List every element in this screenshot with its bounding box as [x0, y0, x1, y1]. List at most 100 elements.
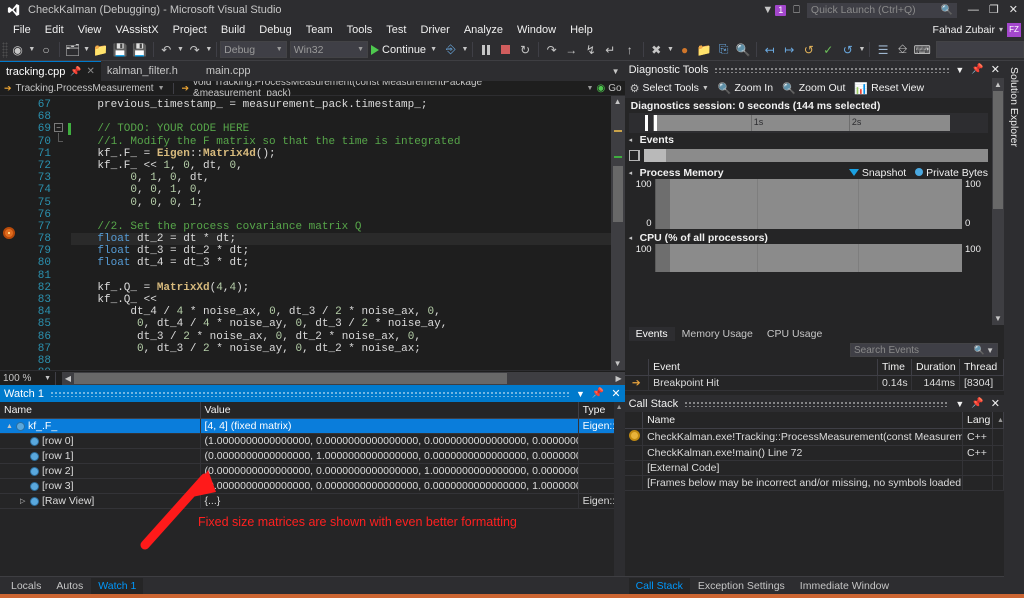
tab-exception-settings[interactable]: Exception Settings [691, 578, 792, 594]
breadcrumb-scope[interactable]: ➔ Tracking.ProcessMeasurement ▼ [0, 83, 169, 94]
save-all-icon[interactable]: 💾 [130, 40, 150, 60]
scroll-up-arrow[interactable]: ▲ [992, 78, 1004, 91]
scroll-right-arrow[interactable]: ▶ [613, 373, 625, 384]
watch-cell-name[interactable]: [row 0] [0, 434, 200, 449]
close-icon[interactable]: ✕ [991, 397, 1000, 410]
events-track[interactable] [644, 149, 988, 162]
toolbar-grip[interactable] [2, 42, 8, 58]
select-tools-button[interactable]: ⚙ Select Tools ▼ [630, 82, 709, 95]
scroll-down-arrow[interactable]: ▼ [611, 358, 625, 370]
watch-cell-name[interactable]: [row 3] [0, 479, 200, 494]
step-over-icon[interactable]: ↯ [581, 40, 601, 60]
chevron-down-icon[interactable]: ▼ [82, 46, 91, 53]
watch-vertical-scrollbar[interactable]: ▲ [614, 402, 625, 576]
search-events-input[interactable]: Search Events 🔍 ▼ [850, 343, 998, 357]
code-line[interactable]: 0, dt_4 / 4 * noise_ay, 0, dt_3 / 2 * no… [71, 318, 611, 330]
timeline-current-marker[interactable] [654, 115, 657, 131]
call-stack-header[interactable]: Call Stack ▼ 📌 ✕ [625, 395, 1004, 412]
chevron-down-icon[interactable]: ▼ [204, 46, 213, 53]
pin-icon[interactable]: 📌 [70, 66, 81, 77]
refresh-icon[interactable]: ↺ [838, 40, 858, 60]
events-strip[interactable] [629, 147, 988, 163]
step-return-icon[interactable]: ↑ [620, 40, 640, 60]
chevron-down-icon[interactable]: ▼ [666, 46, 675, 53]
timeline-track[interactable]: 1s 2s [653, 115, 950, 131]
watch-cell-name[interactable]: [row 1] [0, 449, 200, 464]
editor-horizontal-scrollbar[interactable]: ◀ ▶ [62, 372, 625, 385]
expander-icon[interactable]: ▷ [20, 497, 27, 505]
restart-icon[interactable]: ↻ [515, 40, 535, 60]
save-icon[interactable]: 💾 [111, 40, 131, 60]
code-line[interactable]: 0, 1, 0, dt, [71, 172, 611, 184]
cpu-plot-area[interactable] [655, 244, 962, 272]
menu-item-tools[interactable]: Tools [340, 22, 380, 38]
diagnostics-vertical-scrollbar[interactable]: ▲ ▼ [992, 78, 1004, 325]
breadcrumb-go[interactable]: ▼ ◉ Go [587, 83, 625, 94]
menu-item-test[interactable]: Test [379, 22, 413, 38]
table-row[interactable]: [row 1](0.0000000000000000, 1.0000000000… [0, 449, 624, 464]
code-line[interactable]: previous_timestamp_ = measurement_pack.t… [71, 99, 611, 111]
maximize-button[interactable]: ❐ [989, 5, 999, 16]
zoom-out-button[interactable]: 🔍 Zoom Out [782, 82, 845, 95]
table-row[interactable]: ➔Breakpoint Hit0.14s144ms[8304] [625, 376, 1004, 391]
chevron-down-icon[interactable]: ▼ [955, 399, 964, 409]
solution-explorer-collapsed-tab[interactable]: Solution Explorer [1004, 61, 1024, 594]
callstack-col-name[interactable]: Name [643, 412, 963, 429]
timeline-selection-marker[interactable] [645, 115, 648, 131]
tab-call-stack[interactable]: Call Stack [629, 578, 690, 594]
pin-icon[interactable]: 📌 [592, 388, 604, 399]
code-line[interactable]: kf_.Q_ << [71, 294, 611, 306]
quickwatch-icon[interactable]: 🔍 [733, 40, 753, 60]
scroll-up-arrow[interactable]: ▲ [614, 402, 625, 413]
step-next-icon[interactable]: ↦ [779, 40, 799, 60]
pin-icon[interactable]: 📌 [971, 64, 983, 75]
code-line[interactable] [71, 355, 611, 367]
code-editor[interactable]: 6768697071727374757677787980818283848586… [0, 96, 625, 370]
parallel-watch-icon[interactable]: ⌨ [912, 40, 932, 60]
code-line[interactable]: float dt_3 = dt_2 * dt; [71, 245, 611, 257]
check-icon[interactable]: ✓ [819, 40, 839, 60]
menu-item-project[interactable]: Project [166, 22, 214, 38]
new-project-icon[interactable]: 🗂 [63, 40, 83, 60]
menu-item-debug[interactable]: Debug [252, 22, 298, 38]
diagnostics-scroll-thumb[interactable] [993, 91, 1003, 209]
code-text-area[interactable]: previous_timestamp_ = measurement_pack.t… [71, 96, 611, 370]
callstack-col-lang[interactable]: Lang [963, 412, 993, 429]
undo-icon[interactable]: ↶ [157, 40, 177, 60]
tab-cpu-usage[interactable]: CPU Usage [760, 327, 829, 341]
step-into-icon[interactable]: → [561, 40, 581, 60]
code-line[interactable]: //1. Modify the F matrix so that the tim… [71, 136, 611, 148]
diagnostics-timeline[interactable]: 1s 2s [629, 113, 988, 133]
tab-events[interactable]: Events [629, 327, 675, 341]
zoom-level-dropdown[interactable]: 100 % ▼ [0, 372, 56, 385]
watch-cell-value[interactable]: (0.0000000000000000, 0.0000000000000000,… [200, 479, 578, 494]
code-line[interactable]: dt_4 / 4 * noise_ax, 0, dt_3 / 2 * noise… [71, 306, 611, 318]
code-line[interactable]: kf_.Q_ = MatrixXd(4,4); [71, 282, 611, 294]
code-line[interactable]: 0, 0, 0, 1; [71, 197, 611, 209]
table-row[interactable]: [row 3](0.0000000000000000, 0.0000000000… [0, 479, 624, 494]
cpu-section-header[interactable]: ◂ CPU (% of all processors) [625, 231, 992, 244]
menu-item-analyze[interactable]: Analyze [457, 22, 510, 38]
cpu-graph[interactable]: 100 100 [629, 244, 988, 272]
menu-item-team[interactable]: Team [299, 22, 340, 38]
stop-debugging-icon[interactable] [496, 40, 516, 60]
watch-col-name[interactable]: Name [0, 402, 200, 419]
menu-item-help[interactable]: Help [563, 22, 600, 38]
events-col-thread[interactable]: Thread [960, 359, 1004, 376]
watch-grid[interactable]: Name Value Type ▲kf_.F_[4, 4] (fixed mat… [0, 402, 625, 576]
close-icon[interactable]: ✕ [611, 387, 620, 400]
glyph-margin[interactable] [0, 96, 20, 370]
watch-cell-name[interactable]: ▲kf_.F_ [0, 419, 200, 434]
scroll-down-arrow[interactable]: ▼ [992, 312, 1004, 325]
user-account-area[interactable]: Fahad Zubair ▾ FZ [933, 23, 1024, 37]
quick-launch-input[interactable]: Quick Launch (Ctrl+Q) 🔍 [807, 3, 957, 18]
table-row[interactable]: [row 2](0.0000000000000000, 0.0000000000… [0, 464, 624, 479]
pause-events-icon[interactable] [629, 150, 640, 161]
tab-locals[interactable]: Locals [4, 578, 48, 594]
folder-icon[interactable]: 📁 [694, 40, 714, 60]
watch-icon[interactable]: ⎘ [714, 40, 734, 60]
navigate-backward-icon[interactable]: ◉ [8, 40, 28, 60]
events-section-header[interactable]: ◂ Events [625, 133, 992, 146]
menu-item-build[interactable]: Build [214, 22, 252, 38]
chevron-down-icon[interactable]: ▼ [461, 46, 470, 53]
